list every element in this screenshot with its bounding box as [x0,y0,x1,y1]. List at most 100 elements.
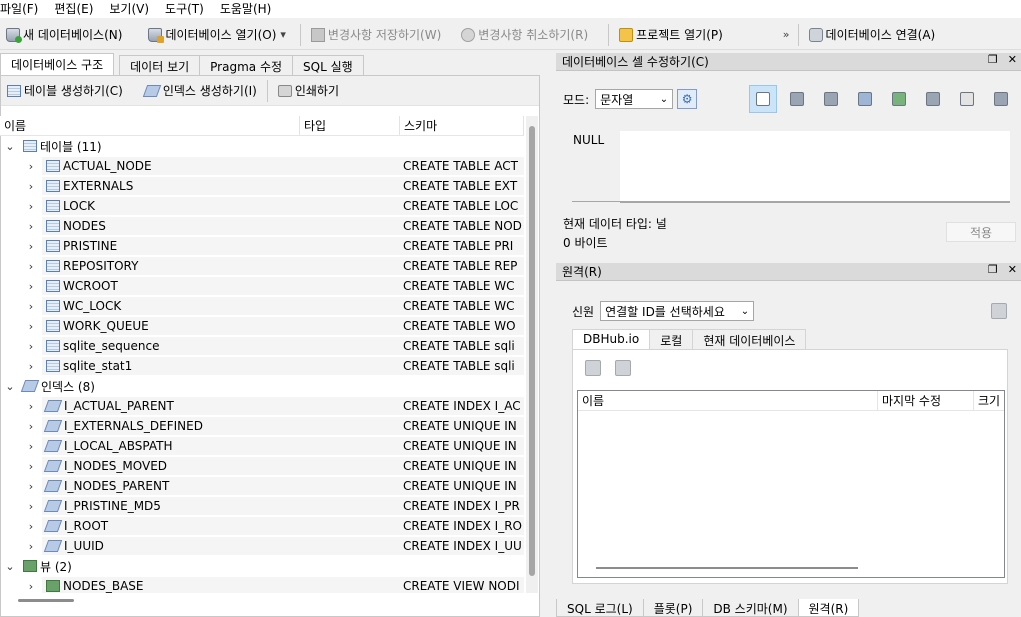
chevron-right-icon[interactable]: › [24,160,38,173]
apply-button[interactable]: 적용 [946,222,1016,242]
cell-text-editor[interactable] [620,131,1010,203]
tab-local[interactable]: 로컬 [649,329,694,349]
close-icon[interactable]: ✕ [1008,53,1017,66]
print-button[interactable]: 인쇄하기 [272,79,345,103]
eraser-button[interactable] [953,85,981,113]
column-header-type[interactable]: 타입 [300,116,400,135]
tree-row[interactable]: › I_PRISTINE_MD5 CREATE INDEX I_PR [0,496,524,516]
tree-row[interactable]: › sqlite_sequence CREATE TABLE sqli [0,336,524,356]
chevron-right-icon[interactable]: › [24,440,38,453]
chevron-right-icon[interactable]: › [24,180,38,193]
tree-row[interactable]: › NODES CREATE TABLE NOD [0,216,524,236]
auto-format-button[interactable] [783,85,811,113]
mode-select[interactable]: 문자열 ⌄ [595,89,674,109]
float-panel-icon[interactable]: ❐ [988,53,998,66]
chevron-right-icon[interactable]: › [24,420,38,433]
tree-row[interactable]: › I_UUID CREATE INDEX I_UU [0,536,524,556]
chevron-right-icon[interactable]: › [24,580,38,593]
chevron-right-icon[interactable]: › [24,300,38,313]
column-header-name[interactable]: 이름 [578,391,878,410]
menu-file[interactable]: 파일(F) [0,0,44,18]
tab-current-database[interactable]: 현재 데이터베이스 [692,329,807,349]
tab-remote[interactable]: 원격(R) [797,599,860,617]
menu-tools[interactable]: 도구(T) [165,0,210,18]
tab-plot[interactable]: 플롯(P) [642,599,704,617]
revert-changes-button[interactable]: 변경사항 취소하기(R) [455,23,594,47]
identity-settings-icon[interactable] [991,303,1007,319]
chevron-right-icon[interactable]: › [24,240,38,253]
tree-row[interactable]: › I_LOCAL_ABSPATH CREATE UNIQUE IN [0,436,524,456]
remote-file-list[interactable]: 이름 마지막 수정 크기 [577,390,1005,578]
word-wrap-button[interactable] [749,85,777,113]
tree-vertical-scrollbar[interactable] [526,116,538,593]
print-cell-button[interactable] [919,85,947,113]
export-button[interactable] [851,85,879,113]
clone-icon[interactable] [615,360,631,376]
chevron-right-icon[interactable]: › [24,360,38,373]
tree-row[interactable]: › WORK_QUEUE CREATE TABLE WO [0,316,524,336]
write-changes-button[interactable]: 변경사항 저장하기(W) [305,23,447,47]
new-database-button[interactable]: 새 데이터베이스(N) [0,23,128,47]
tab-edit-pragmas[interactable]: Pragma 수정 [199,55,294,75]
column-header-size[interactable]: 크기 [974,391,1004,410]
chevron-right-icon[interactable]: › [24,540,38,553]
chevron-right-icon[interactable]: › [24,340,38,353]
tree-row[interactable]: › ACTUAL_NODE CREATE TABLE ACT [0,156,524,176]
chevron-right-icon[interactable]: › [24,200,38,213]
chevron-right-icon[interactable]: › [24,280,38,293]
menu-help[interactable]: 도움말(H) [220,0,278,18]
tree-row[interactable]: › I_NODES_PARENT CREATE UNIQUE IN [0,476,524,496]
create-table-button[interactable]: 테이블 생성하기(C) [5,79,129,103]
tab-db-schema[interactable]: DB 스키마(M) [702,599,799,617]
column-header-schema[interactable]: 스키마 [400,116,524,135]
chevron-right-icon[interactable]: › [24,480,38,493]
tree-row[interactable]: › WC_LOCK CREATE TABLE WC [0,296,524,316]
tree-row[interactable]: › I_ROOT CREATE INDEX I_RO [0,516,524,536]
tab-sql-log[interactable]: SQL 로그(L) [556,599,644,617]
chevron-right-icon[interactable]: › [24,520,38,533]
scrollbar-thumb[interactable] [18,599,74,602]
list-horizontal-scrollbar[interactable] [596,567,858,569]
tree-row[interactable]: › I_EXTERNALS_DEFINED CREATE UNIQUE IN [0,416,524,436]
print-button[interactable] [987,85,1015,113]
identity-select[interactable]: 연결할 ID를 선택하세요 ⌄ [600,301,755,321]
tree-group-views[interactable]: ⌄ 뷰 (2) [0,556,524,576]
menu-edit[interactable]: 편집(E) [54,0,99,18]
tree-row[interactable]: › PRISTINE CREATE TABLE PRI [0,236,524,256]
tree-row[interactable]: › I_ACTUAL_PARENT CREATE INDEX I_AC [0,396,524,416]
tree-row[interactable]: › LOCK CREATE TABLE LOC [0,196,524,216]
tab-database-structure[interactable]: 데이터베이스 구조 [0,53,115,75]
attach-database-button[interactable]: 데이터베이스 연결(A) [803,23,942,47]
tree-horizontal-scrollbar[interactable] [0,595,540,607]
toolbar-overflow-icon[interactable]: » [783,28,790,41]
open-project-button[interactable]: 프로젝트 열기(P) [613,23,729,47]
tree-row[interactable]: › REPOSITORY CREATE TABLE REP [0,256,524,276]
tree-row[interactable]: › EXTERNALS CREATE TABLE EXT [0,176,524,196]
float-panel-icon[interactable]: ❐ [988,263,998,276]
refresh-icon[interactable] [585,360,601,376]
open-database-button[interactable]: 데이터베이스 열기(O) ▾ [142,23,295,47]
chevron-down-icon[interactable]: ⌄ [3,140,17,153]
tree-group-tables[interactable]: ⌄ 테이블 (11) [0,136,524,156]
auto-switch-mode-button[interactable]: ⚙ [677,89,698,109]
tree-row[interactable]: › sqlite_stat1 CREATE TABLE sqli [0,356,524,376]
chevron-right-icon[interactable]: › [24,320,38,333]
chevron-right-icon[interactable]: › [24,260,38,273]
tree-row[interactable]: › WCROOT CREATE TABLE WC [0,276,524,296]
chevron-right-icon[interactable]: › [24,400,38,413]
tree-row[interactable]: › I_NODES_MOVED CREATE UNIQUE IN [0,456,524,476]
tab-browse-data[interactable]: 데이터 보기 [119,55,201,75]
import-button[interactable] [817,85,845,113]
tab-execute-sql[interactable]: SQL 실행 [292,55,364,75]
dropdown-arrow-icon[interactable]: ▾ [280,28,286,41]
chevron-right-icon[interactable]: › [24,500,38,513]
set-null-button[interactable] [885,85,913,113]
chevron-right-icon[interactable]: › [24,460,38,473]
column-header-name[interactable]: 이름 [0,116,300,135]
chevron-down-icon[interactable]: ⌄ [3,380,17,393]
close-icon[interactable]: ✕ [1008,263,1017,276]
tree-group-indexes[interactable]: ⌄ 인덱스 (8) [0,376,524,396]
tab-dbhub[interactable]: DBHub.io [572,329,651,349]
chevron-down-icon[interactable]: ⌄ [3,560,17,573]
tree-row[interactable]: › NODES_BASE CREATE VIEW NODI [0,576,524,593]
